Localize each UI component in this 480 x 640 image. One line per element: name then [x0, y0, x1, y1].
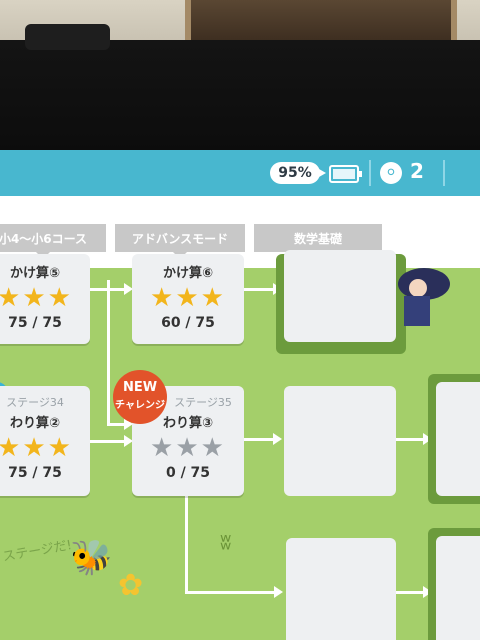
locked-stage-card[interactable]: [284, 250, 396, 342]
locked-stage-card[interactable]: [286, 538, 396, 640]
badge-challenge: チャレンジ: [115, 400, 165, 411]
stage-score: 0 / 75: [165, 465, 211, 481]
tab-math-basics[interactable]: 数学基礎: [254, 224, 382, 259]
divider: [443, 160, 445, 186]
stage-title: かけ算⑤: [9, 266, 60, 281]
bee-icon: 🐝: [70, 538, 113, 578]
locked-stage-card[interactable]: [436, 382, 480, 496]
star-icon: ★: [200, 433, 226, 463]
star-rating: ★★★: [0, 433, 90, 463]
connector-arrow: [90, 435, 133, 447]
divider: [369, 160, 371, 186]
connector-arrow: [185, 586, 283, 598]
flower-icon: ✿: [118, 568, 144, 603]
doodle-text: ステージだ!: [1, 538, 74, 565]
battery-percent: 95%: [270, 162, 326, 184]
star-icon: ★: [47, 433, 73, 463]
star-icon: ★: [150, 433, 176, 463]
star-icon: ★: [175, 283, 201, 313]
star-icon: ★: [0, 433, 23, 463]
tab-advance-mode[interactable]: アドバンスモード: [115, 224, 245, 259]
connector-arrow: [396, 586, 432, 598]
badge-new: NEW: [122, 380, 158, 395]
key-icon[interactable]: ⚪: [380, 162, 402, 184]
connector-line: [185, 495, 188, 593]
stage-card[interactable]: かけ算⑥ ★★★ 60 / 75: [132, 254, 244, 344]
connector-arrow: [244, 433, 282, 445]
star-icon: ★: [150, 283, 176, 313]
star-icon: ★: [175, 433, 201, 463]
stage-card[interactable]: ステージ34 わり算② ★★★ 75 / 75: [0, 386, 90, 496]
tablet-clip: [25, 24, 110, 50]
stage-card[interactable]: かけ算⑤ ★★★ 75 / 75: [0, 254, 90, 344]
stage-title: かけ算⑥: [162, 266, 213, 281]
key-count: 2: [410, 159, 424, 183]
stage-score: 75 / 75: [8, 465, 62, 481]
status-bar: 95% ⚪ 2: [0, 150, 480, 196]
locked-stage-card[interactable]: [436, 536, 480, 640]
star-icon: ★: [47, 283, 73, 313]
star-icon: ★: [0, 283, 23, 313]
connector-line: [107, 280, 110, 425]
star-icon: ★: [22, 433, 48, 463]
stage-title: わり算②: [9, 416, 60, 431]
star-icon: ★: [22, 283, 48, 313]
tab-grade-course[interactable]: 小4〜小6コース: [0, 224, 106, 259]
star-rating: ★★★: [132, 283, 244, 313]
star-rating: ★★★: [0, 283, 90, 313]
tablet-bezel: [0, 40, 480, 155]
battery-icon: [329, 165, 362, 183]
tablet-screen: 95% ⚪ 2 小4〜小6コース アドバンスモード 数学基礎 かけ算⑤ ★★★ …: [0, 150, 480, 640]
stage-score: 60 / 75: [161, 315, 215, 331]
connector-arrow: [90, 283, 133, 295]
stage-number: ステージ34: [6, 396, 64, 409]
connector-arrow: [396, 433, 432, 445]
connector-arrow: [244, 283, 282, 295]
star-rating: ★★★: [132, 433, 244, 463]
grass-icon: ʬ: [220, 530, 232, 555]
new-challenge-badge: NEW チャレンジ: [113, 370, 167, 424]
character-icon: [398, 268, 450, 326]
star-icon: ★: [200, 283, 226, 313]
stage-score: 75 / 75: [8, 315, 62, 331]
connector-arrow: [107, 418, 133, 430]
locked-stage-card[interactable]: [284, 386, 396, 496]
